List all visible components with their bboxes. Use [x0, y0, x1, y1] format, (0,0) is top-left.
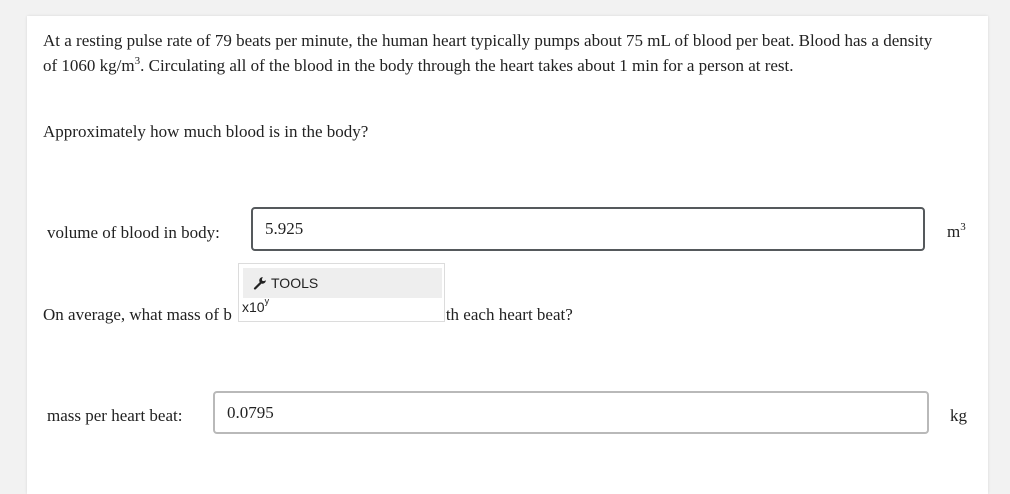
- volume-label: volume of blood in body:: [47, 223, 220, 242]
- x10-exponent: y: [264, 296, 270, 306]
- question-1-prompt: Approximately how much blood is in the b…: [43, 122, 369, 141]
- problem-card: At a resting pulse rate of 79 beats per …: [27, 16, 988, 494]
- problem-text-part2: . Circulating all of the blood in the bo…: [140, 56, 794, 75]
- volume-unit-base: m: [947, 222, 961, 241]
- x10-base: x10: [242, 299, 265, 315]
- volume-unit: m3: [947, 221, 966, 243]
- tools-label: TOOLS: [271, 275, 319, 291]
- problem-statement: At a resting pulse rate of 79 beats per …: [43, 28, 948, 78]
- question-2-prompt-end: th each heart beat?: [445, 305, 573, 324]
- question-2-prompt-start: On average, what mass of b: [43, 305, 232, 324]
- tools-popup: TOOLS x10y: [238, 263, 445, 322]
- tools-toggle-button[interactable]: TOOLS: [243, 268, 442, 298]
- mass-unit: kg: [950, 406, 967, 425]
- mass-label: mass per heart beat:: [47, 406, 183, 425]
- volume-input[interactable]: [251, 207, 925, 251]
- mass-input[interactable]: [213, 391, 929, 434]
- wrench-icon: [253, 276, 267, 290]
- volume-unit-exponent: 3: [960, 221, 966, 233]
- scientific-notation-button[interactable]: x10y: [242, 296, 270, 316]
